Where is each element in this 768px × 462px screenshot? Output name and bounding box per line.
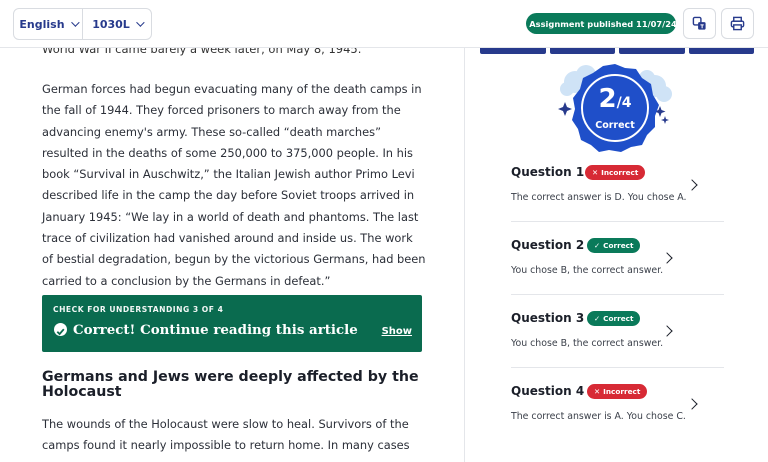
reading-level-label: 1030L [92,17,130,31]
quiz-tab[interactable] [549,48,615,54]
score-badge: 2/4 Correct [555,56,675,156]
translate-icon [692,16,706,30]
language-label: English [19,17,65,31]
reading-level-dropdown[interactable]: 1030L [82,9,151,39]
show-button[interactable]: Show [382,326,412,337]
question-result-row[interactable]: Question 3 ✓ Correct You chose B, the co… [511,295,724,368]
quiz-tabs-strip [480,48,754,54]
question-result-row[interactable]: Question 2 ✓ Correct You chose B, the co… [511,222,724,295]
question-title: Question 3 [511,311,585,325]
top-toolbar: English 1030L Assignment published 11/07… [0,0,768,48]
correct-badge: ✓ Correct [587,238,641,253]
badge-label: Incorrect [601,168,639,177]
check-icon: ✓ [594,314,601,323]
question-title: Question 2 [511,238,585,252]
quiz-tab[interactable] [480,48,546,54]
correct-badge: ✓ Correct [587,311,641,326]
settings-segment: English 1030L [13,8,152,40]
check-result-title: Correct! Continue reading this article [73,322,358,338]
score-label: Correct [595,120,635,131]
score-value: 2/4 [555,84,675,114]
assignment-published-badge: Assignment published 11/07/24 [526,13,677,34]
close-icon: ✕ [594,387,601,396]
checkmark-circle-icon [54,323,67,336]
question-result-row[interactable]: Question 1 ✕ Incorrect The correct answe… [511,149,724,222]
chevron-right-icon [686,398,698,410]
score-number: 2 [598,84,617,114]
chevron-down-icon [135,18,145,27]
score-total: /4 [616,95,632,111]
chevron-right-icon [686,179,698,191]
published-text: Assignment published 11/07/24 [529,18,677,29]
close-icon: ✕ [592,168,599,177]
check-for-understanding-banner: CHECK FOR UNDERSTANDING 3 OF 4 Correct! … [42,295,422,352]
question-feedback: You chose B, the correct answer. [511,265,664,276]
chevron-down-icon [70,18,80,27]
translate-button[interactable] [683,8,716,39]
article-body: World War II came barely a week later, o… [0,48,464,462]
question-title: Question 1 [511,165,585,179]
question-feedback: You chose B, the correct answer. [511,338,664,349]
question-feedback: The correct answer is A. You chose C. [511,411,686,422]
chevron-right-icon [661,252,673,264]
language-dropdown[interactable]: English [14,9,82,39]
question-feedback: The correct answer is D. You chose A. [511,192,687,203]
quiz-results-panel: 2/4 Correct Question 1 ✕ Incorrect The c… [464,48,768,462]
quiz-tab[interactable] [688,48,754,54]
article-paragraph: The wounds of the Holocaust were slow to… [42,417,410,462]
section-heading: Germans and Jews were deeply affected by… [42,369,419,400]
badge-label: Correct [603,241,634,250]
incorrect-badge: ✕ Incorrect [587,384,648,399]
print-icon [730,16,745,31]
chevron-right-icon [661,325,673,337]
question-result-row[interactable]: Question 4 ✕ Incorrect The correct answe… [511,368,724,441]
article-text-cut-line: World War II came barely a week later, o… [42,48,362,56]
badge-label: Correct [603,314,634,323]
check-kicker: CHECK FOR UNDERSTANDING 3 OF 4 [53,305,224,314]
quiz-tab[interactable] [619,48,685,54]
check-icon: ✓ [594,241,601,250]
incorrect-badge: ✕ Incorrect [585,165,646,180]
question-title: Question 4 [511,384,585,398]
print-button[interactable] [721,8,754,39]
article-paragraph: German forces had begun evacuating many … [42,82,426,288]
badge-label: Incorrect [603,387,641,396]
